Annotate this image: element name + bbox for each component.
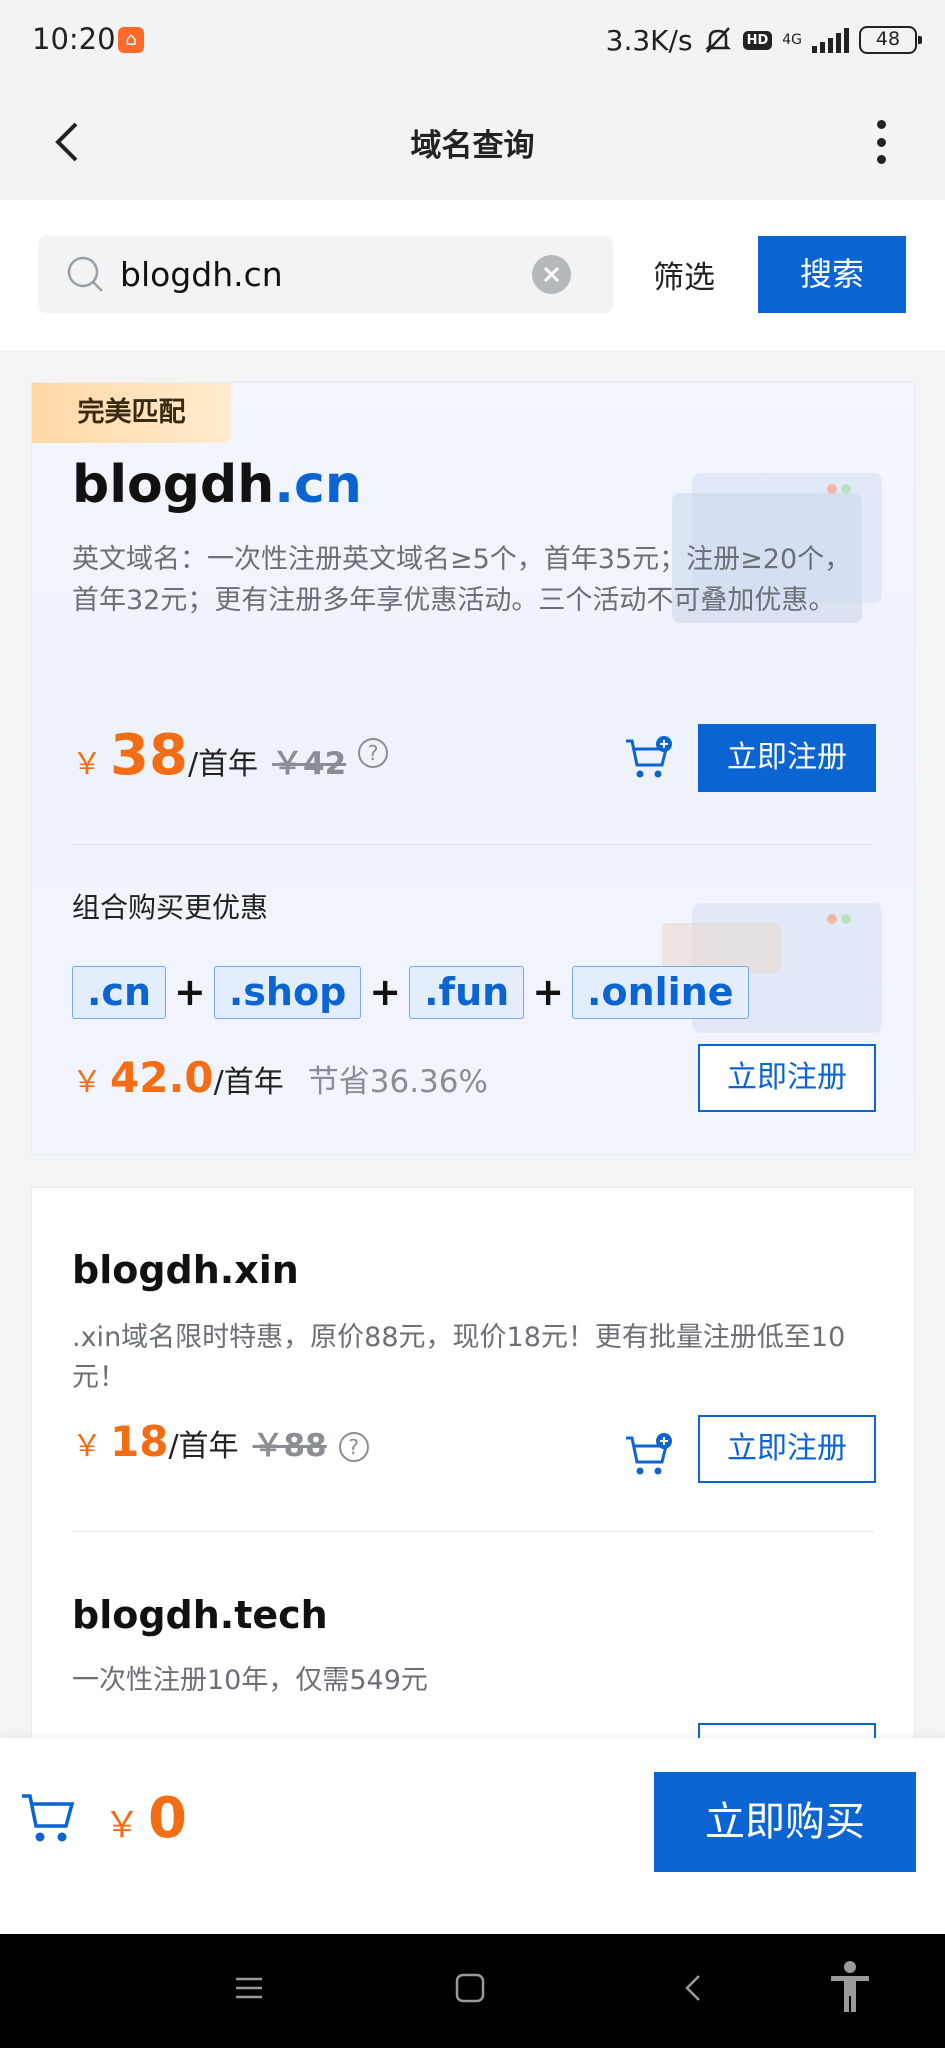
app-notification-icon: ⌂	[118, 27, 144, 53]
currency-symbol: ￥	[104, 1805, 141, 1846]
price-unit: /首年	[187, 747, 259, 782]
domain-description: 英文域名：一次性注册英文域名≥5个，首年35元；注册≥20个，首年32元；更有注…	[72, 544, 852, 616]
domain-label: blogdh	[72, 455, 275, 515]
home-icon[interactable]	[454, 1972, 486, 2004]
status-bar: 10:20 ⌂ 3.3K/s HD 4G 48	[0, 0, 945, 84]
perfect-match-tag: 完美匹配	[32, 383, 231, 443]
filter-button[interactable]: 筛选	[653, 252, 715, 297]
network-type: 4G	[782, 32, 802, 48]
register-button[interactable]: 立即注册	[698, 1415, 876, 1483]
price-unit: /首年	[168, 1429, 239, 1464]
divider	[72, 1531, 874, 1532]
mute-bell-icon	[704, 27, 731, 53]
combo-chip: .fun	[409, 965, 525, 1019]
combo-saving: 节省36.36%	[307, 1064, 488, 1100]
combo-price: 42.0	[110, 1053, 214, 1102]
menu-icon[interactable]	[233, 1972, 265, 2004]
price-value: 18	[110, 1417, 169, 1466]
system-nav-bar	[0, 1934, 945, 2048]
page-title: 域名查询	[410, 128, 535, 164]
domain-description: 一次性注册10年，仅需549元	[72, 1665, 428, 1696]
original-price: ￥42	[272, 746, 347, 782]
status-time: 10:20	[32, 22, 116, 56]
combo-register-button[interactable]: 立即注册	[698, 1044, 876, 1112]
hd-icon: HD	[742, 30, 773, 50]
status-right: 3.3K/s HD 4G 48	[605, 20, 922, 60]
currency-symbol: ￥	[72, 1065, 102, 1100]
combo-chip: .shop	[213, 965, 362, 1019]
search-area: 筛选 搜索	[0, 200, 945, 350]
cart-add-icon[interactable]	[624, 1432, 674, 1478]
clear-icon[interactable]	[532, 255, 571, 294]
domain-name: blogdh.cn	[72, 455, 362, 515]
cart-icon[interactable]	[20, 1790, 78, 1846]
signal-icon	[812, 27, 849, 53]
search-icon	[67, 256, 103, 292]
total-value: 0	[148, 1786, 187, 1851]
bottom-bar: ￥ 0 立即购买	[0, 1738, 945, 1934]
currency-symbol: ￥	[72, 747, 102, 782]
battery-icon: 48	[859, 26, 922, 54]
search-button[interactable]: 搜索	[758, 236, 906, 313]
header: 域名查询	[0, 84, 945, 200]
currency-symbol: ￥	[72, 1429, 102, 1464]
combo-price-row: ￥ 42.0 /首年 节省36.36%	[72, 1053, 488, 1113]
help-icon[interactable]: ?	[338, 1432, 369, 1462]
perfect-match-card: 完美匹配 blogdh.cn 英文域名：一次性注册英文域名≥5个，首年35元；注…	[31, 382, 915, 1155]
domain-tld: .cn	[274, 455, 362, 515]
combo-tlds: .cn + .shop + .fun + .online	[72, 965, 749, 1019]
buy-now-button[interactable]: 立即购买	[654, 1772, 916, 1872]
register-button[interactable]: 立即注册	[698, 724, 876, 792]
domain-name: blogdh.xin	[72, 1248, 299, 1292]
more-icon[interactable]	[875, 120, 887, 164]
search-input[interactable]	[120, 236, 540, 313]
search-box	[38, 236, 613, 313]
plus-sign: +	[369, 970, 402, 1014]
price-row: ￥ 38 /首年 ￥42 ?	[72, 723, 389, 788]
divider	[72, 844, 874, 845]
combo-title: 组合购买更优惠	[72, 891, 269, 924]
combo-chip: .cn	[72, 965, 167, 1019]
plus-sign: +	[174, 970, 206, 1014]
price-value: 38	[110, 723, 188, 788]
cart-total: ￥ 0	[104, 1786, 187, 1851]
original-price: ￥88	[252, 1428, 327, 1464]
plus-sign: +	[532, 970, 565, 1014]
domain-description: .xin域名限时特惠，原价88元，现价18元！更有批量注册低至10元！	[72, 1322, 846, 1393]
price-row: ￥ 18 /首年 ￥88 ?	[72, 1417, 369, 1477]
cart-add-icon[interactable]	[624, 735, 674, 781]
help-icon[interactable]: ?	[358, 738, 389, 768]
domain-name: blogdh.tech	[72, 1593, 328, 1637]
nav-back-icon[interactable]	[678, 1972, 710, 2004]
accessibility-icon[interactable]	[828, 1960, 872, 2016]
combo-chip: .online	[572, 965, 749, 1019]
price-unit: /首年	[213, 1065, 284, 1100]
network-speed: 3.3K/s	[605, 23, 693, 57]
